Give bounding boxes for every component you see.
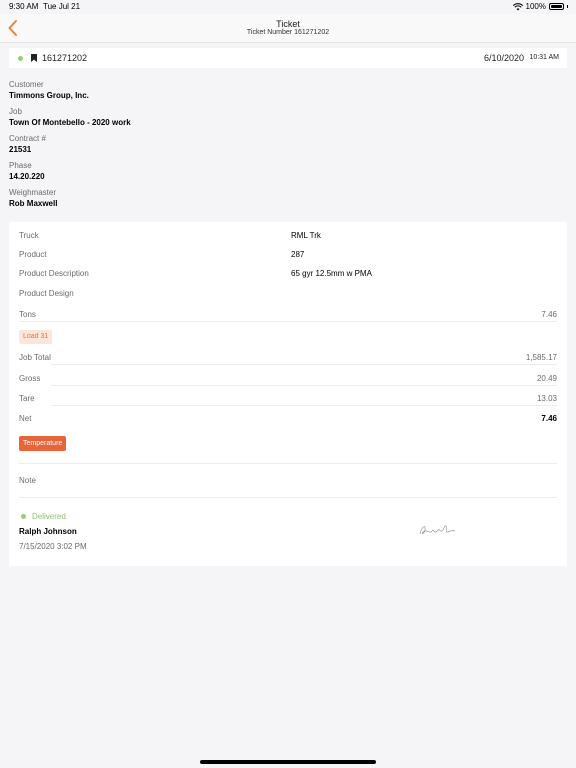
product-description-value: 65 gyr 12.5mm w PMA — [291, 269, 372, 278]
ticket-details-card: Truck RML Trk Product 287 Product Descri… — [9, 222, 567, 566]
delivered-status-dot — [21, 514, 26, 519]
load-badge: Load 31 — [19, 330, 53, 344]
status-right: 100% — [512, 2, 568, 11]
signer-name: Ralph Johnson — [19, 527, 77, 536]
ticket-date: 6/10/2020 — [483, 53, 524, 63]
delivery-status: Delivered — [32, 512, 66, 521]
truck-label: Truck — [19, 231, 39, 240]
page-title: Ticket — [276, 19, 300, 29]
phase-label: Phase — [9, 161, 32, 170]
signature-image — [419, 525, 456, 535]
ticket-number: 161271202 — [42, 53, 88, 63]
weighmaster-value: Rob Maxwell — [9, 199, 58, 208]
wifi-icon — [512, 2, 523, 10]
status-dot — [18, 56, 23, 61]
net-label: Net — [19, 414, 32, 423]
product-description-label: Product Description — [19, 269, 89, 278]
product-label: Product — [19, 250, 47, 259]
truck-value: RML Trk — [291, 231, 321, 240]
job-label: Job — [9, 107, 22, 116]
note-label: Note — [19, 476, 36, 485]
bookmark-icon — [31, 54, 37, 62]
temperature-button[interactable]: Temperature — [19, 436, 67, 451]
gross-value: 20.49 — [536, 374, 557, 383]
phase-value: 14.20.220 — [9, 172, 45, 181]
battery-tip — [567, 5, 568, 8]
ticket-time: 10:31 AM — [529, 54, 559, 61]
page-subtitle: Ticket Number 161271202 — [246, 29, 330, 36]
contract-label: Contract # — [9, 134, 46, 143]
product-design-label: Product Design — [19, 289, 74, 298]
divider — [19, 321, 557, 322]
tons-label: Tons — [19, 310, 36, 319]
status-time: 9:30 AM — [9, 2, 39, 11]
customer-value: Timmons Group, Inc. — [9, 91, 89, 100]
job-value: Town Of Montebello - 2020 work — [9, 118, 131, 127]
job-total-value: 1,585.17 — [525, 353, 557, 362]
battery-percent: 100% — [525, 2, 546, 11]
divider — [19, 463, 557, 464]
home-indicator — [200, 760, 376, 764]
status-bar: 9:30 AM Tue Jul 21 100% — [0, 0, 576, 14]
battery-icon — [549, 3, 564, 10]
navigation-bar: Ticket Ticket Number 161271202 — [0, 14, 576, 43]
divider — [19, 497, 557, 498]
divider — [51, 405, 557, 406]
tons-value: 7.46 — [541, 310, 557, 319]
signed-timestamp: 7/15/2020 3:02 PM — [19, 542, 87, 551]
divider — [51, 364, 557, 365]
job-total-label: Job Total — [19, 353, 51, 362]
ticket-header: 161271202 6/10/2020 10:31 AM — [9, 48, 567, 68]
ticket-info: Customer Timmons Group, Inc. Job Town Of… — [9, 80, 131, 215]
product-value: 287 — [291, 250, 305, 259]
net-value: 7.46 — [541, 414, 557, 423]
weighmaster-label: Weighmaster — [9, 188, 56, 197]
contract-value: 21531 — [9, 145, 32, 154]
tare-label: Tare — [19, 394, 35, 403]
gross-label: Gross — [19, 374, 41, 383]
status-date: Tue Jul 21 — [43, 2, 81, 11]
divider — [51, 385, 557, 386]
tare-value: 13.03 — [536, 394, 557, 403]
customer-label: Customer — [9, 80, 44, 89]
